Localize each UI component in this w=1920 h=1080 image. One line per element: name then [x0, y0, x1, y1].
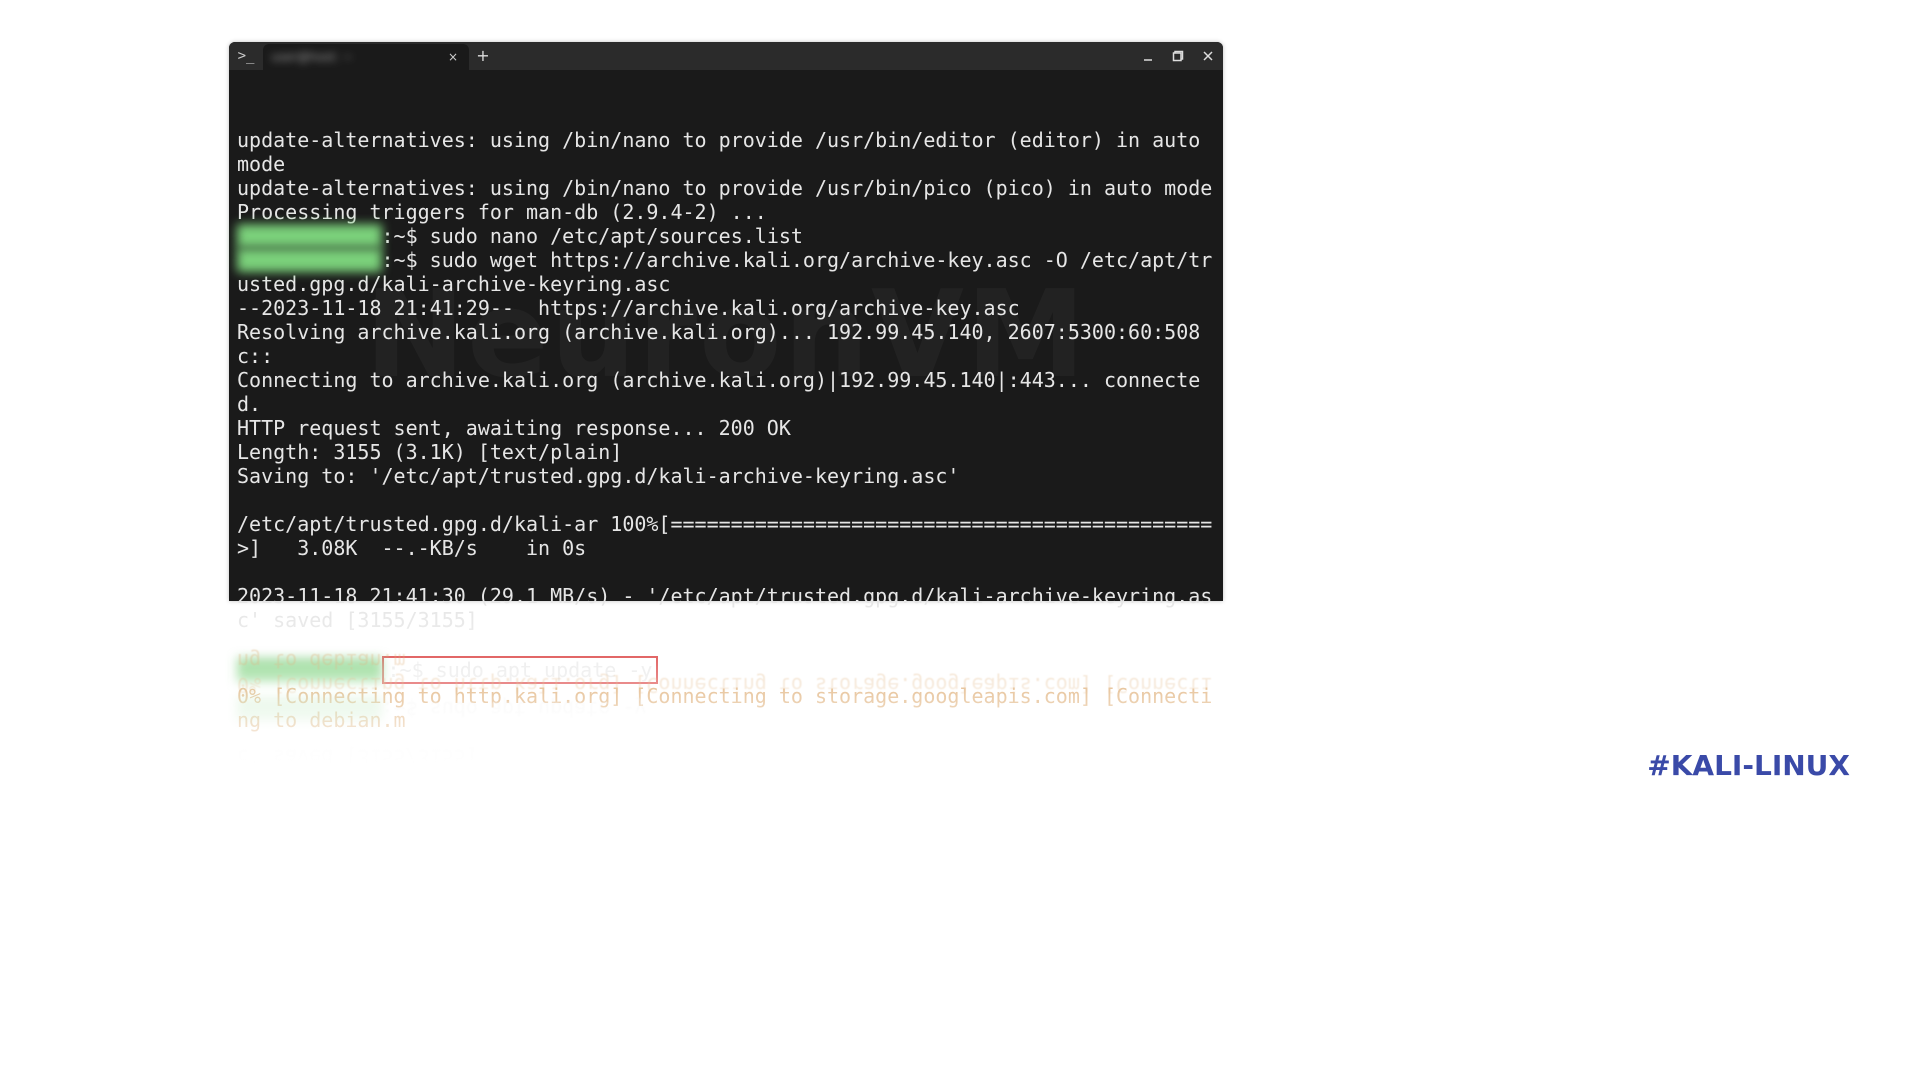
prompt-host: ████████████ — [237, 248, 382, 272]
output-line: /etc/apt/trusted.gpg.d/kali-ar 100%[====… — [237, 512, 1212, 560]
output-line: Saving to: '/etc/apt/trusted.gpg.d/kali-… — [237, 464, 959, 488]
terminal-tab[interactable]: user@host: ~ × — [263, 44, 469, 70]
output-line: Processing triggers for man-db (2.9.4-2)… — [237, 200, 767, 224]
terminal-output[interactable]: NeuronVM update-alternatives: using /bin… — [229, 70, 1223, 601]
reflection-fade — [229, 601, 1223, 841]
output-line: Resolving archive.kali.org (archive.kali… — [237, 320, 1200, 368]
output-line: HTTP request sent, awaiting response... … — [237, 416, 791, 440]
command-line: :~$ sudo nano /etc/apt/sources.list — [382, 224, 803, 248]
window-titlebar: >_ user@host: ~ × + — [229, 42, 1223, 70]
maximize-icon — [1172, 50, 1184, 62]
minimize-icon — [1142, 50, 1154, 62]
close-button[interactable] — [1193, 42, 1223, 70]
output-line: Length: 3155 (3.1K) [text/plain] — [237, 440, 622, 464]
prompt-host: ████████████ — [237, 224, 382, 248]
tab-title: user@host: ~ — [271, 51, 445, 63]
maximize-button[interactable] — [1163, 42, 1193, 70]
close-icon — [1202, 50, 1214, 62]
new-tab-button[interactable]: + — [469, 42, 497, 70]
output-line: update-alternatives: using /bin/nano to … — [237, 176, 1212, 200]
minimize-button[interactable] — [1133, 42, 1163, 70]
hashtag-label: #KALI-LINUX — [1647, 752, 1850, 780]
terminal-window: >_ user@host: ~ × + NeuronVM up — [229, 42, 1223, 601]
output-line: --2023-11-18 21:41:29-- https://archive.… — [237, 296, 1020, 320]
command-line: :~$ sudo wget https://archive.kali.org/a… — [237, 248, 1212, 296]
output-line: Connecting to archive.kali.org (archive.… — [237, 368, 1200, 416]
tab-close-icon[interactable]: × — [445, 49, 461, 65]
output-line: update-alternatives: using /bin/nano to … — [237, 128, 1212, 176]
terminal-app-icon: >_ — [229, 42, 263, 70]
